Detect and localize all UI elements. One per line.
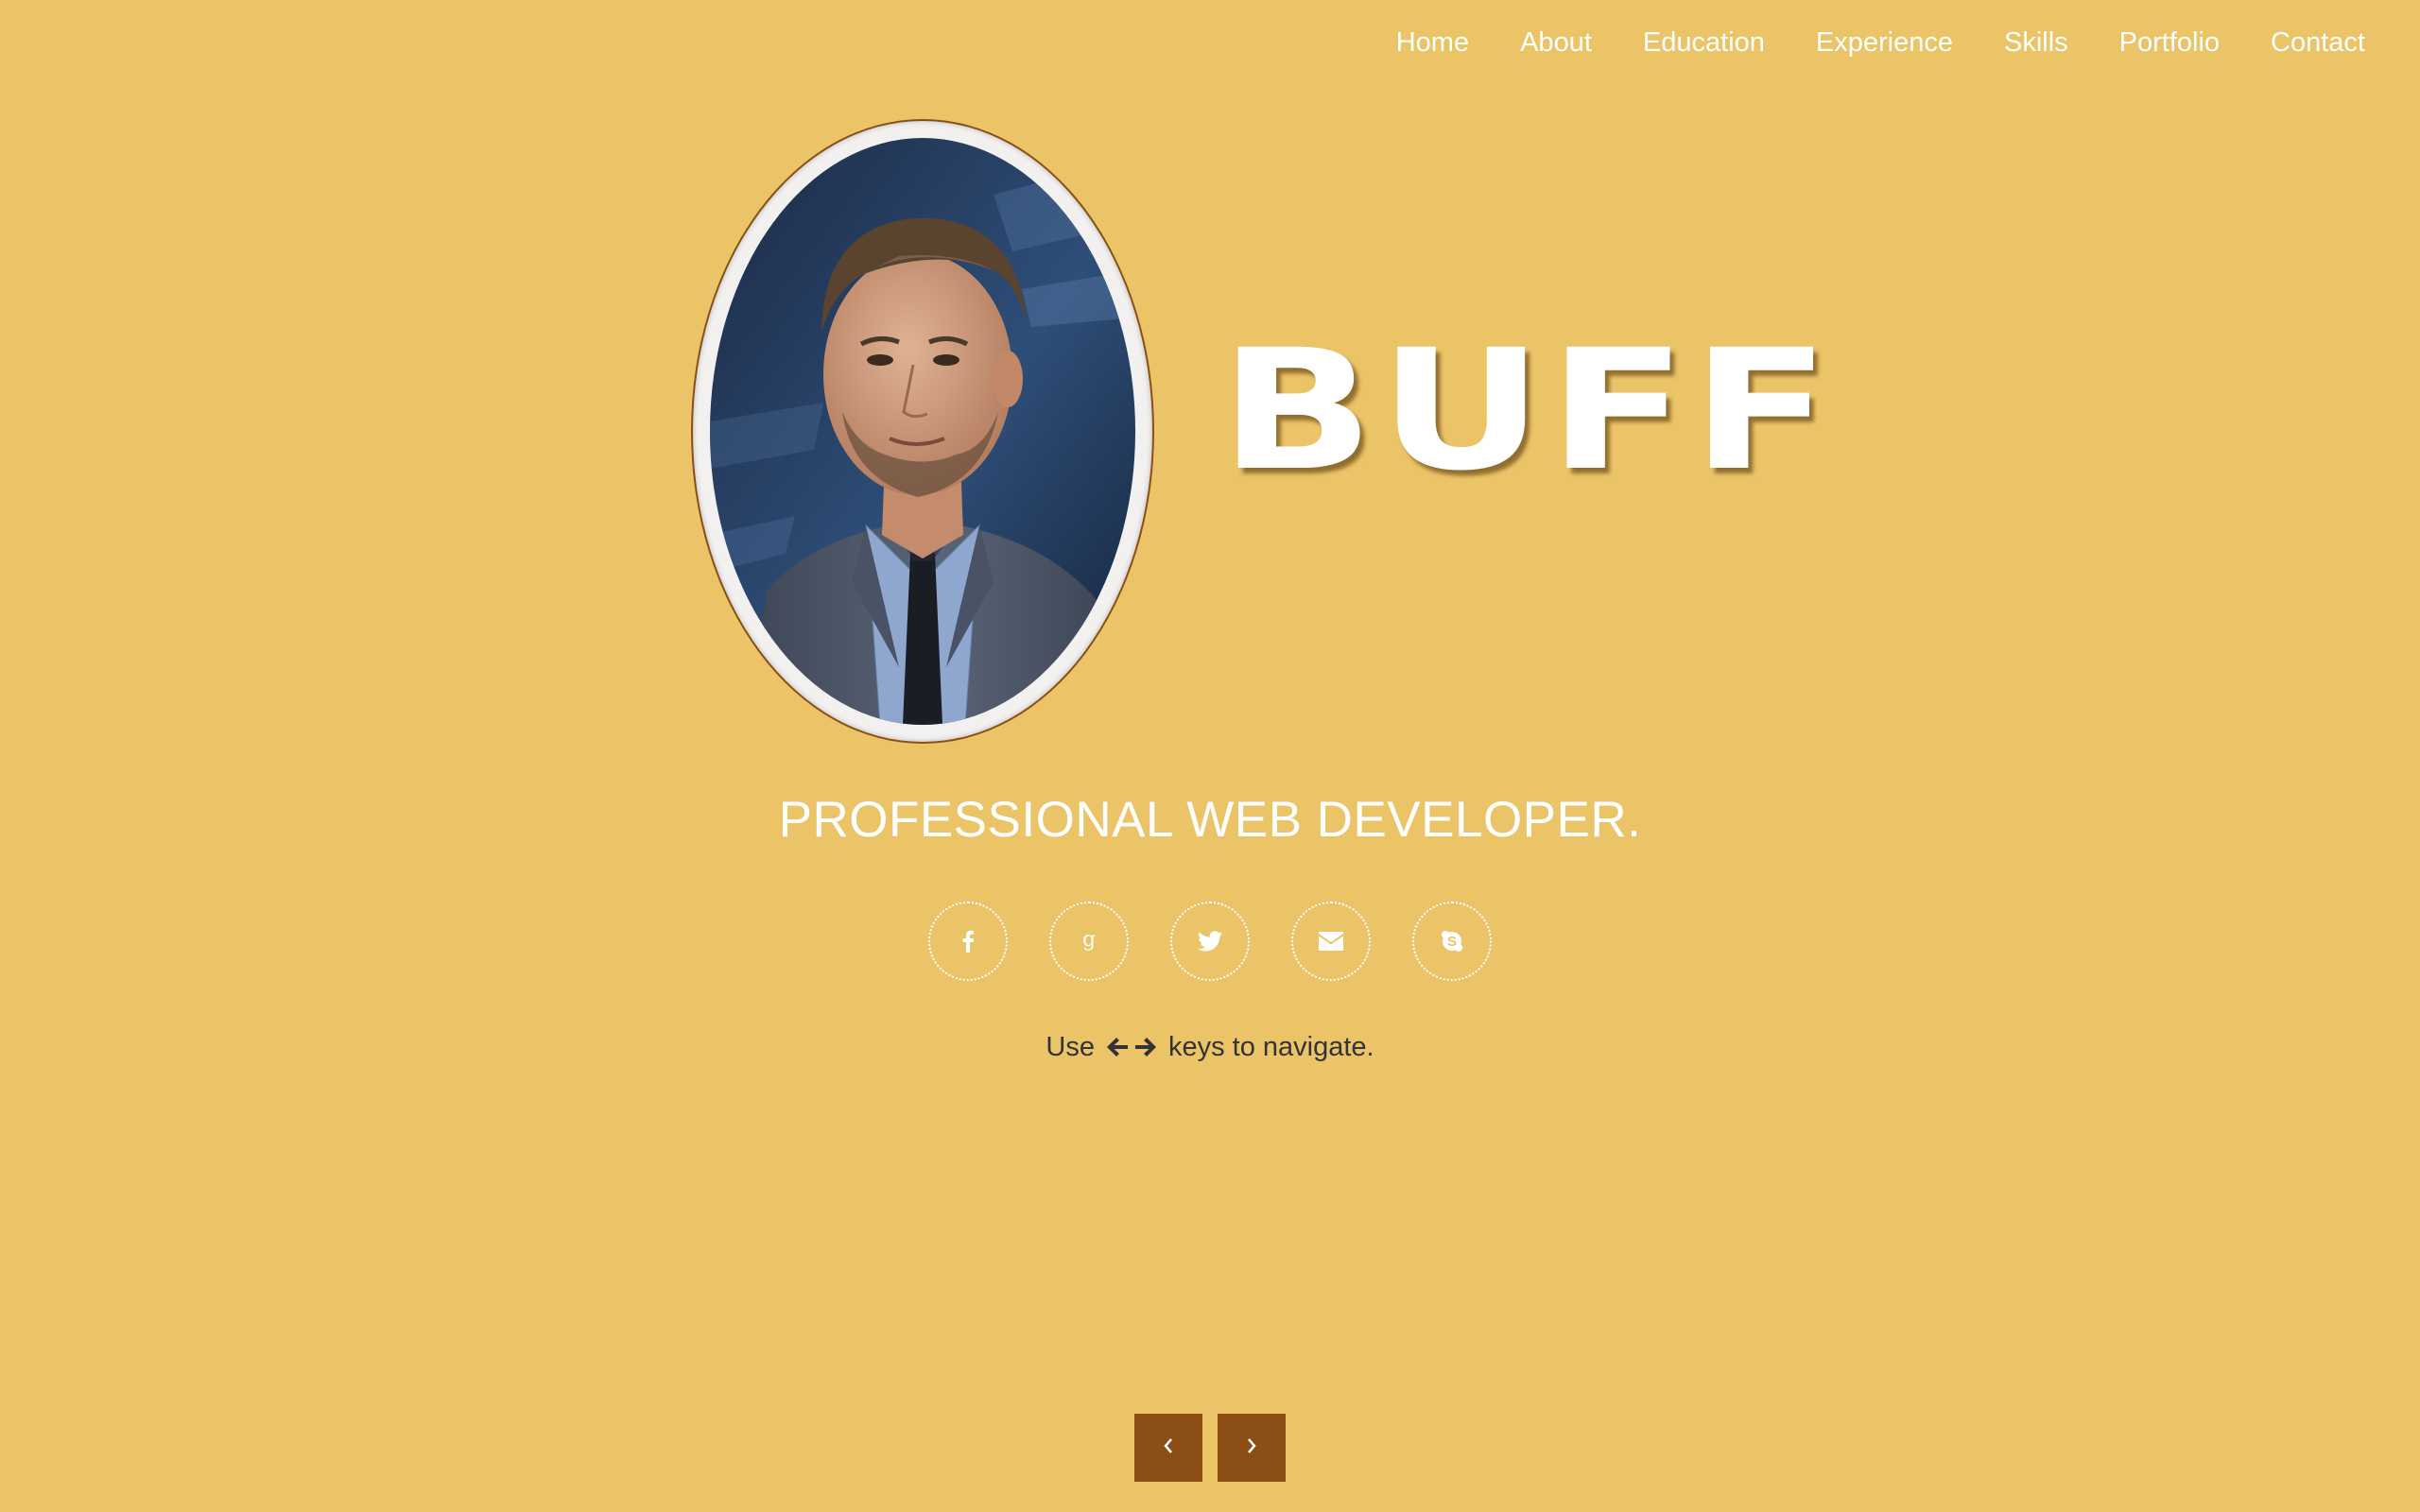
nav-item-contact[interactable]: Contact — [2271, 27, 2365, 59]
arrow-right-icon — [1133, 1036, 1158, 1058]
svg-text:S: S — [1447, 934, 1457, 950]
skype-button[interactable]: S — [1412, 902, 1492, 981]
nav-item-about[interactable]: About — [1520, 27, 1592, 59]
profile-photo — [710, 138, 1135, 725]
hero-tagline: PROFESSIONAL WEB DEVELOPER. — [778, 792, 1642, 848]
email-button[interactable] — [1291, 902, 1371, 981]
social-links: g S — [0, 902, 2420, 981]
google-plus-button[interactable]: g — [1049, 902, 1129, 981]
google-plus-icon: g — [1080, 929, 1098, 954]
nav-item-experience[interactable]: Experience — [1816, 27, 1953, 59]
envelope-icon — [1319, 932, 1343, 951]
previous-slide-button[interactable] — [1134, 1414, 1202, 1482]
facebook-icon — [961, 930, 975, 953]
nav-item-skills[interactable]: Skills — [2004, 27, 2068, 59]
nav-item-home[interactable]: Home — [1396, 27, 1469, 59]
nav-item-portfolio[interactable]: Portfolio — [2119, 27, 2220, 59]
profile-portrait-frame — [691, 119, 1154, 744]
chevron-right-icon — [1245, 1436, 1258, 1460]
main-nav: Home About Education Experience Skills P… — [1345, 17, 2365, 68]
arrow-left-icon — [1105, 1036, 1130, 1058]
svg-text:g: g — [1082, 929, 1096, 952]
skype-icon: S — [1441, 930, 1463, 953]
twitter-button[interactable] — [1170, 902, 1250, 981]
facebook-button[interactable] — [928, 902, 1008, 981]
site-brand-name: BUFF — [1219, 314, 1835, 507]
chevron-left-icon — [1162, 1436, 1175, 1460]
hint-prefix: Use — [1046, 1032, 1095, 1062]
slide-pager — [1134, 1414, 1286, 1482]
next-slide-button[interactable] — [1218, 1414, 1286, 1482]
keyboard-navigation-hint: Use keys to navigate. — [0, 1026, 2420, 1068]
hint-suffix: keys to navigate. — [1167, 1032, 1374, 1062]
twitter-icon — [1198, 931, 1222, 952]
nav-item-education[interactable]: Education — [1643, 27, 1765, 59]
